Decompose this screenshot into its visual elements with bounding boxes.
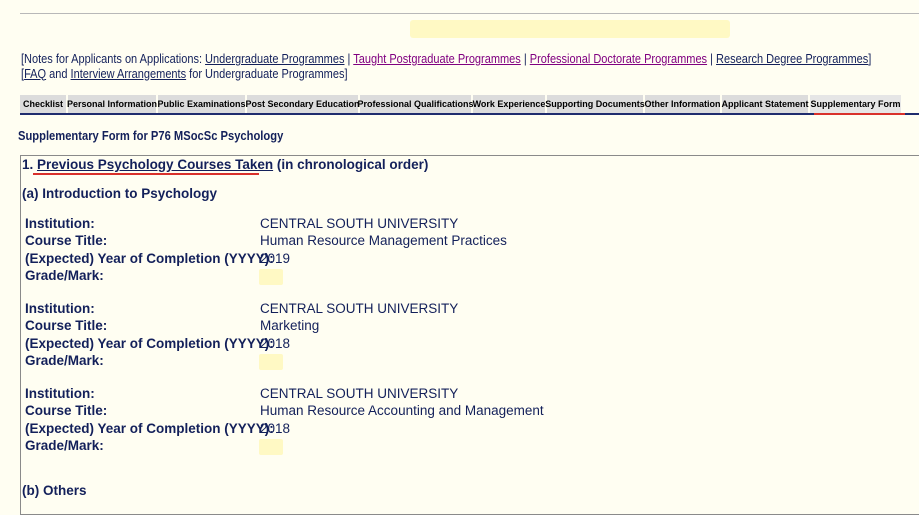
institution-value: CENTRAL SOUTH UNIVERSITY xyxy=(260,216,459,231)
faq-link[interactable]: FAQ xyxy=(24,67,46,81)
undergraduate-programmes-link[interactable]: Undergraduate Programmes xyxy=(205,52,344,66)
interview-arrangements-link[interactable]: Interview Arrangements xyxy=(71,67,187,81)
tab-professional-qualifications[interactable]: Professional Qualifications xyxy=(357,95,474,115)
professional-doctorate-link[interactable]: Professional Doctorate Programmes xyxy=(530,52,707,66)
year-value: 2019 xyxy=(260,251,291,266)
year-label: (Expected) Year of Completion (YYYY): xyxy=(25,421,274,436)
year-label: (Expected) Year of Completion (YYYY): xyxy=(25,336,274,351)
course-title-label: Course Title: xyxy=(25,318,108,333)
grade-label: Grade/Mark: xyxy=(25,438,104,453)
grade-label: Grade/Mark: xyxy=(25,353,104,368)
active-tab-annotation xyxy=(814,113,905,115)
tab-personal-information[interactable]: Personal Information xyxy=(67,95,157,115)
institution-value: CENTRAL SOUTH UNIVERSITY xyxy=(260,301,459,316)
course-title-label: Course Title: xyxy=(25,233,108,248)
grade-field[interactable] xyxy=(259,439,283,455)
form-panel xyxy=(20,155,919,515)
tab-supporting-documents[interactable]: Supporting Documents xyxy=(545,95,645,115)
top-divider xyxy=(20,13,919,14)
tab-checklist[interactable]: Checklist xyxy=(20,95,66,115)
year-label: (Expected) Year of Completion (YYYY): xyxy=(25,251,274,266)
institution-label: Institution: xyxy=(25,386,95,401)
grade-label: Grade/Mark: xyxy=(25,268,104,283)
taught-postgraduate-link[interactable]: Taught Postgraduate Programmes xyxy=(353,52,521,66)
subsection-b-heading: (b) Others xyxy=(22,483,87,498)
year-value: 2018 xyxy=(260,336,291,351)
tab-supplementary-form[interactable]: Supplementary Form xyxy=(810,95,901,115)
notes-line-2: [FAQ and Interview Arrangements for Unde… xyxy=(21,66,348,81)
tab-applicant-statement[interactable]: Applicant Statement xyxy=(722,95,809,115)
tab-bar-underline xyxy=(20,113,919,115)
year-value: 2018 xyxy=(260,421,291,436)
course-title-label: Course Title: xyxy=(25,403,108,418)
institution-value: CENTRAL SOUTH UNIVERSITY xyxy=(260,386,459,401)
highlight-bar xyxy=(410,20,730,38)
tab-public-examinations[interactable]: Public Examinations xyxy=(157,95,246,115)
subsection-a-heading: (a) Introduction to Psychology xyxy=(22,186,217,201)
course-title-value: Human Resource Management Practices xyxy=(260,233,507,248)
grade-field[interactable] xyxy=(259,269,283,285)
tab-work-experience[interactable]: Work Experience xyxy=(473,95,545,115)
section-1-title: Previous Psychology Courses Taken xyxy=(37,157,274,172)
course-title-value: Human Resource Accounting and Management xyxy=(260,403,544,418)
notes-line-1: [Notes for Applicants on Applications: U… xyxy=(21,52,872,66)
section-title-annotation xyxy=(33,173,259,175)
section-1-heading: 1. Previous Psychology Courses Taken (in… xyxy=(22,157,429,172)
grade-field[interactable] xyxy=(259,354,283,370)
institution-label: Institution: xyxy=(25,216,95,231)
institution-label: Institution: xyxy=(25,301,95,316)
form-tabs: Checklist Personal Information Public Ex… xyxy=(20,95,919,115)
research-degree-link[interactable]: Research Degree Programmes xyxy=(716,52,868,66)
page-title: Supplementary Form for P76 MSocSc Psycho… xyxy=(18,128,284,143)
course-title-value: Marketing xyxy=(260,318,320,333)
tab-other-information[interactable]: Other Information xyxy=(645,95,721,115)
applicant-notes: [Notes for Applicants on Applications: U… xyxy=(21,52,871,81)
tab-post-secondary-education[interactable]: Post Secondary Education xyxy=(245,95,360,115)
